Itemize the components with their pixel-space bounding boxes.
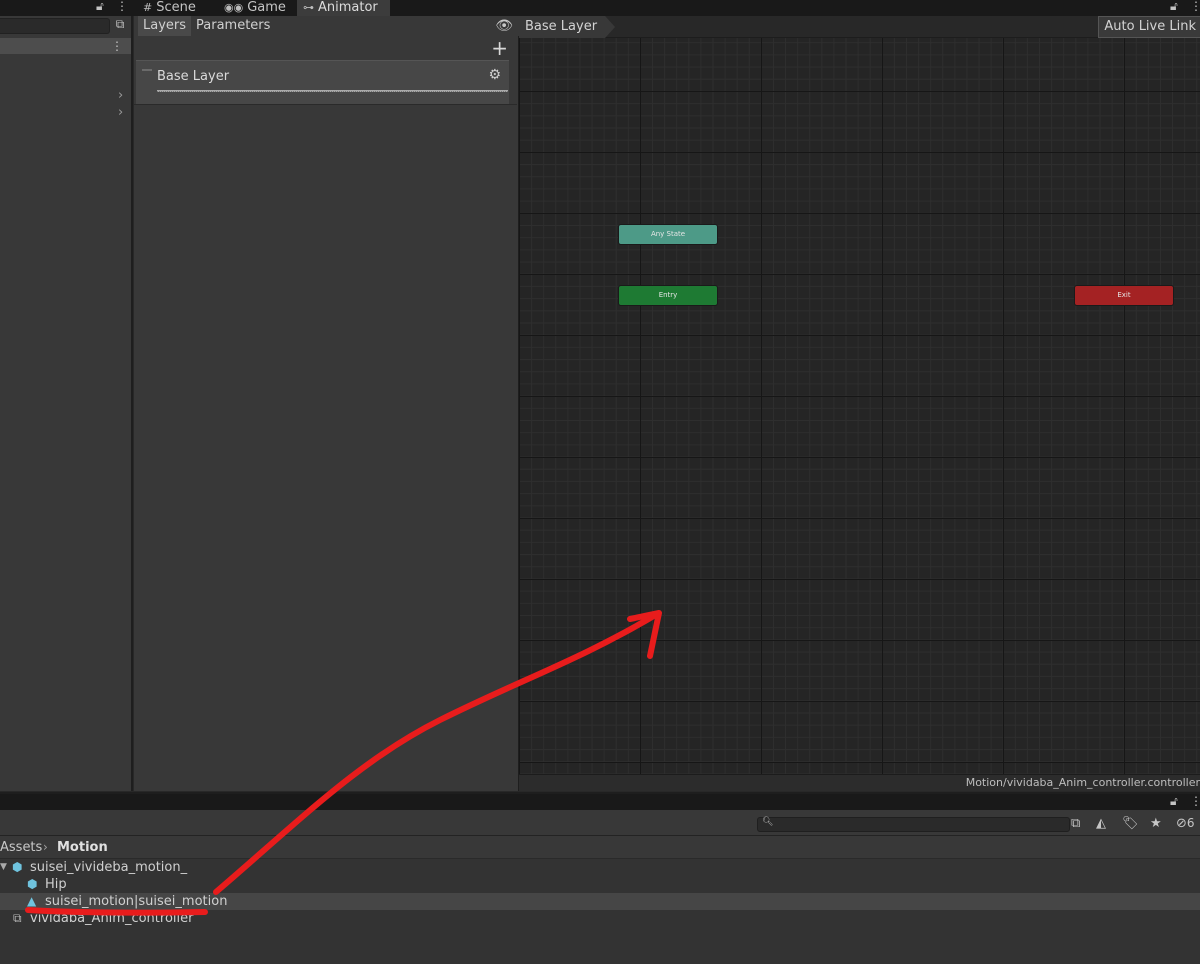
tab-layers[interactable]: Layers — [138, 16, 192, 36]
tab-scene-label: Scene — [156, 0, 196, 15]
lock-icon[interactable]: 🔓︎ — [96, 0, 104, 14]
filter-by-type-icon[interactable]: ◭ — [1096, 816, 1106, 831]
model-icon: ⬢ — [12, 860, 23, 874]
list-item[interactable]: ⬢ Hip — [0, 876, 1200, 893]
search-options-icon[interactable]: ⧉ — [111, 17, 129, 35]
project-search-input[interactable]: 🔍︎ — [757, 817, 1070, 832]
animation-clip-icon: ▲ — [27, 894, 37, 908]
list-item[interactable]: ⧉ vividaba_Anim_controller — [0, 910, 1200, 927]
breadcrumb-assets[interactable]: Assets — [0, 840, 42, 855]
list-item[interactable]: ▼ ⬢ suisei_vivideba_motion_ — [0, 859, 1200, 876]
chevron-right-icon: › — [43, 840, 48, 854]
controller-asset-path: Motion/vividaba_Anim_controller.controll… — [965, 776, 1200, 789]
divider — [134, 104, 517, 105]
tab-game[interactable]: ◉◉ Game — [218, 0, 292, 16]
model-icon: ⬢ — [27, 877, 38, 891]
auto-live-link-button[interactable]: Auto Live Link — [1098, 16, 1200, 38]
kebab-menu-icon[interactable]: ⋮ — [1190, 0, 1200, 13]
hierarchy-panel: ⧉ ⋮ › › — [0, 16, 133, 791]
chevron-right-icon[interactable]: › — [118, 105, 123, 120]
lock-icon[interactable]: 🔓︎ — [1170, 794, 1178, 809]
hidden-packages-icon[interactable]: ⊘6 — [1176, 816, 1195, 831]
kebab-menu-icon[interactable]: ⋮ — [1190, 794, 1200, 808]
state-exit[interactable]: Exit — [1075, 286, 1173, 305]
layers-panel-header: Layers Parameters 👁︎ — [134, 16, 519, 36]
tab-animator[interactable]: ⊶ Animator — [297, 0, 390, 16]
hierarchy-selected-row[interactable]: ⋮ — [0, 38, 131, 54]
project-breadcrumb: Assets › Motion — [0, 837, 1200, 859]
hash-icon: # — [143, 1, 153, 14]
add-layer-button[interactable]: + — [491, 38, 508, 58]
search-icon: 🔍︎ — [762, 817, 774, 827]
project-toolbar: 🔍︎ ⧉ ◭ 🏷︎ ★ ⊘6 — [0, 810, 1200, 836]
kebab-menu-icon[interactable]: ⋮ — [116, 0, 128, 13]
breadcrumb-motion[interactable]: Motion — [57, 840, 108, 855]
graph-footer: Motion/vividaba_Anim_controller.controll… — [519, 774, 1200, 791]
project-panel: 🔓︎ ⋮ 🔍︎ ⧉ ◭ 🏷︎ ★ ⊘6 Assets › Motion ▼ ⬢ … — [0, 792, 1200, 964]
search-options-icon[interactable]: ⧉ — [1071, 816, 1080, 831]
state-any-state[interactable]: Any State — [619, 225, 717, 244]
layer-name: Base Layer — [157, 69, 230, 84]
tab-scene[interactable]: # Scene — [137, 0, 202, 16]
tab-parameters[interactable]: Parameters — [191, 16, 275, 36]
breadcrumb[interactable]: Base Layer — [519, 16, 615, 38]
hidden-count: 6 — [1186, 816, 1195, 830]
asset-label: vividaba_Anim_controller — [30, 911, 194, 926]
expand-triangle-icon[interactable]: ▼ — [0, 859, 7, 876]
tab-animator-label: Animator — [318, 0, 378, 15]
filter-by-label-icon[interactable]: 🏷︎ — [1122, 816, 1139, 831]
gear-icon[interactable]: ⚙ — [488, 67, 501, 83]
asset-label: suisei_vivideba_motion_ — [30, 860, 188, 875]
layer-weight-bar — [157, 90, 508, 92]
asset-label: Hip — [45, 877, 67, 892]
list-item[interactable]: ▲ suisei_motion|suisei_motion — [0, 893, 1200, 910]
tab-game-label: Game — [247, 0, 286, 15]
animator-controller-icon: ⧉ — [13, 911, 22, 925]
top-tab-bar: # Scene ◉◉ Game ⊶ Animator 🔓︎ ⋮ 🔓︎ ⋮ — [0, 0, 1200, 16]
chevron-right-icon[interactable]: › — [118, 88, 123, 103]
graph-header: Base Layer Auto Live Link — [519, 16, 1200, 38]
gamepad-icon: ◉◉ — [224, 1, 244, 14]
state-entry[interactable]: Entry — [619, 286, 717, 305]
asset-label: suisei_motion|suisei_motion — [45, 894, 228, 909]
animator-layers-panel: Layers Parameters 👁︎ + Base Layer ⚙ — [134, 16, 519, 791]
layer-item[interactable]: Base Layer ⚙ — [136, 60, 509, 104]
hierarchy-search-input[interactable] — [0, 18, 110, 34]
lock-icon[interactable]: 🔓︎ — [1170, 0, 1178, 14]
asset-list: ▼ ⬢ suisei_vivideba_motion_ ⬢ Hip ▲ suis… — [0, 859, 1200, 964]
project-tab-bar: 🔓︎ ⋮ — [0, 794, 1200, 810]
eye-icon[interactable]: 👁︎ — [495, 18, 513, 34]
favorite-star-icon[interactable]: ★ — [1150, 816, 1162, 831]
animator-icon: ⊶ — [303, 1, 314, 14]
kebab-menu-icon[interactable]: ⋮ — [111, 38, 123, 54]
drag-handle-icon[interactable] — [142, 69, 152, 71]
animator-graph[interactable]: Base Layer Auto Live Link Any State Entr… — [519, 16, 1200, 791]
